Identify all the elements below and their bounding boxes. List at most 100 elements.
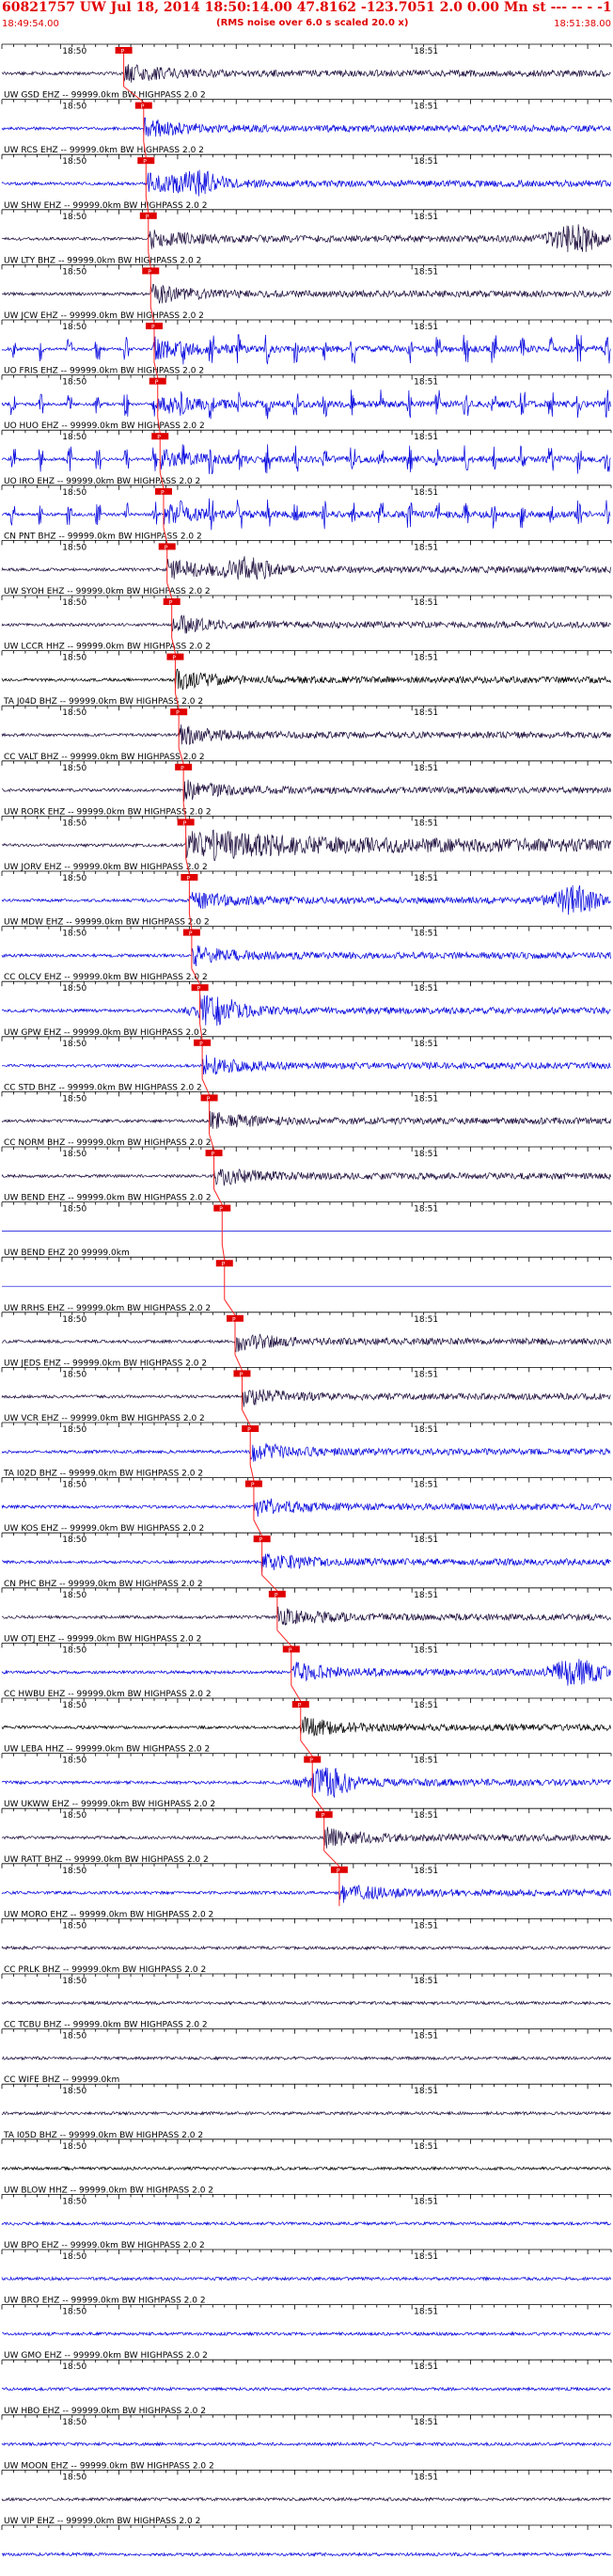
trace-label: UW MOON EHZ -- 99999.0km BW HIGHPASS 2.0… xyxy=(4,2461,214,2471)
trace-label: UW JEDS EHZ -- 99999.0km BW HIGHPASS 2.0… xyxy=(4,1359,207,1368)
tick-label: 18:51 xyxy=(414,1150,438,1159)
waveform xyxy=(1,1498,611,1518)
pick-connector xyxy=(253,1519,263,1536)
tick-label: 18:50 xyxy=(62,103,86,112)
tick-label: 18:50 xyxy=(62,1591,86,1600)
tick-label: 18:51 xyxy=(414,1757,438,1766)
tick-label: 18:50 xyxy=(62,267,86,277)
tick-label: 18:50 xyxy=(62,819,86,828)
trace-label: TA J04D BHZ -- 99999.0km BW HIGHPASS 2.0… xyxy=(3,697,203,707)
trace-28: CN PHC BHZ -- 99999.0km BW HIGHPASS 2.0 … xyxy=(1,1580,612,1630)
waveform xyxy=(1,2386,611,2392)
tick-label: 18:50 xyxy=(62,2087,86,2096)
rms-subtitle: (RMS noise over 6.0 s scaled 20.0 x) xyxy=(216,18,409,28)
trace-label: UW BPO EHZ -- 99999.0km BW HIGHPASS 2.0 … xyxy=(4,2241,205,2250)
trace-26: TA I02D BHZ -- 99999.0km BW HIGHPASS 2.0… xyxy=(1,1470,612,1520)
tick-label: 18:50 xyxy=(62,2142,86,2152)
waveform xyxy=(1,2496,611,2503)
trace-41: UW BRO EHZ -- 99999.0km BW HIGHPASS 2.0 … xyxy=(1,2297,612,2337)
pick-label: P xyxy=(212,1152,215,1158)
trace-label: UW LCCR HHZ -- 99999.0km BW HIGHPASS 2.0… xyxy=(4,643,211,652)
tick-label: 18:51 xyxy=(414,2252,438,2262)
tick-label: 18:51 xyxy=(414,323,438,332)
trace-label: UW SYOH EHZ -- 99999.0km BW HIGHPASS 2.0… xyxy=(4,587,211,596)
trace-label: UO IRO EHZ -- 99999.0km BW HIGHPASS 2.0 … xyxy=(4,477,200,486)
trace-label: UW LEBA HHZ -- 99999.0km BW HIGHPASS 2.0… xyxy=(4,1745,210,1755)
trace-36: CC TCBU BHZ -- 99999.0km BW HIGHPASS 2.0… xyxy=(1,2021,612,2061)
tick-label: 18:51 xyxy=(414,1867,438,1876)
tick-label: 18:50 xyxy=(62,1921,86,1931)
waveform xyxy=(1,614,611,634)
waveform xyxy=(1,334,611,365)
trace-1: UW GSD EHZ -- 99999.0km BW HIGHPASS 2.0 … xyxy=(1,91,612,142)
trace-34: UW MORO EHZ -- 99999.0km BW HIGHPASS 2.0… xyxy=(1,1910,612,1951)
waveform xyxy=(1,1716,611,1737)
pick-label: P xyxy=(219,1206,223,1213)
tick-label: 18:50 xyxy=(62,874,86,883)
pick-label: P xyxy=(161,489,165,496)
end-time: 18:51:38.00 xyxy=(554,19,611,29)
pick-connector xyxy=(201,1078,211,1095)
pick-label: P xyxy=(259,1537,263,1544)
tick-label: 18:50 xyxy=(62,984,86,994)
pick-connector xyxy=(224,1298,236,1316)
tick-label: 18:50 xyxy=(62,598,86,608)
pick-label: P xyxy=(222,1262,226,1268)
pick-label: P xyxy=(169,600,173,607)
trace-23: UW RRHS EHZ -- 99999.0km BW HIGHPASS 2.0… xyxy=(1,1304,612,1355)
tick-label: 18:51 xyxy=(414,708,438,718)
trace-45: UW VIP EHZ -- 99999.0km BW HIGHPASS 2.0 … xyxy=(1,2517,612,2557)
trace-30: CC HWBU EHZ -- 99999.0km BW HIGHPASS 2.0… xyxy=(1,1690,612,1741)
pick-label: P xyxy=(298,1703,302,1709)
pick-label: P xyxy=(143,159,147,166)
tick-label: 18:50 xyxy=(62,47,86,56)
tick-label: 18:50 xyxy=(62,1535,86,1545)
trace-6: UO FRIS EHZ -- 99999.0km BW HIGHPASS 2.0… xyxy=(1,367,612,420)
tick-label: 18:50 xyxy=(62,1701,86,1710)
tick-label: 18:50 xyxy=(62,654,86,663)
trace-0: 18:50 18:51 P xyxy=(1,43,612,87)
trace-7: UO HUO EHZ -- 99999.0km BW HIGHPASS 2.0 … xyxy=(1,421,612,475)
pick-label: P xyxy=(197,986,201,993)
event-title: 60821757 UW Jul 18, 2014 18:50:14.00 47.… xyxy=(2,0,612,15)
trace-label: UW VCR EHZ -- 99999.0km BW HIGHPASS 2.0 … xyxy=(4,1414,205,1423)
trace-label: CC STD BHZ -- 99999.0km BW HIGHPASS 2.0 … xyxy=(4,1083,202,1092)
trace-12: TA J04D BHZ -- 99999.0km BW HIGHPASS 2.0… xyxy=(1,697,612,749)
pick-connector xyxy=(323,1850,340,1868)
tick-label: 18:51 xyxy=(414,1370,438,1379)
tick-label: 18:51 xyxy=(414,1535,438,1545)
tick-label: 18:50 xyxy=(62,433,86,442)
tick-label: 18:50 xyxy=(62,1757,86,1766)
trace-label: UW UKWW EHZ -- 99999.0km BW HIGHPASS 2.0… xyxy=(4,1800,215,1809)
waveform xyxy=(1,884,611,915)
trace-label: UW RCS EHZ -- 99999.0km BW HIGHPASS 2.0 … xyxy=(4,146,204,155)
tick-label: 18:50 xyxy=(62,543,86,552)
trace-label: UW RATT BHZ -- 99999.0km BW HIGHPASS 2.0… xyxy=(4,1855,209,1865)
tick-label: 18:50 xyxy=(62,1315,86,1325)
pick-label: P xyxy=(239,1372,243,1378)
tick-label: 18:50 xyxy=(62,2032,86,2042)
tick-label: 18:50 xyxy=(62,157,86,167)
trace-label: TA I05D BHZ -- 99999.0km BW HIGHPASS 2.0… xyxy=(3,2131,203,2140)
pick-connector xyxy=(213,1188,223,1205)
trace-label: UW HBO EHZ -- 99999.0km BW HIGHPASS 2.0 … xyxy=(4,2407,206,2416)
trace-37: CC WIFE BHZ -- 99999.0km 18:50 18:51 xyxy=(1,2075,612,2117)
trace-22: UW BEND EHZ 20 99999.0km P xyxy=(1,1248,612,1300)
tick-label: 18:50 xyxy=(62,378,86,388)
tick-label: 18:50 xyxy=(62,2362,86,2372)
tick-label: 18:50 xyxy=(62,1094,86,1104)
tick-label: 18:51 xyxy=(414,1094,438,1104)
waveform xyxy=(1,1389,611,1407)
trace-29: UW OTJ EHZ -- 99999.0km BW HIGHPASS 2.0 … xyxy=(1,1634,612,1686)
waveform xyxy=(2,1552,611,1573)
pick-label: P xyxy=(189,930,193,937)
pick-connector xyxy=(242,1409,251,1426)
tick-label: 18:51 xyxy=(414,2142,438,2152)
tick-label: 18:51 xyxy=(414,2308,438,2317)
waveform xyxy=(1,283,611,304)
tick-label: 18:51 xyxy=(414,1646,438,1655)
tick-label: 18:51 xyxy=(414,433,438,442)
tick-label: 18:51 xyxy=(414,213,438,222)
waveform xyxy=(1,556,611,580)
tick-label: 18:51 xyxy=(414,267,438,277)
